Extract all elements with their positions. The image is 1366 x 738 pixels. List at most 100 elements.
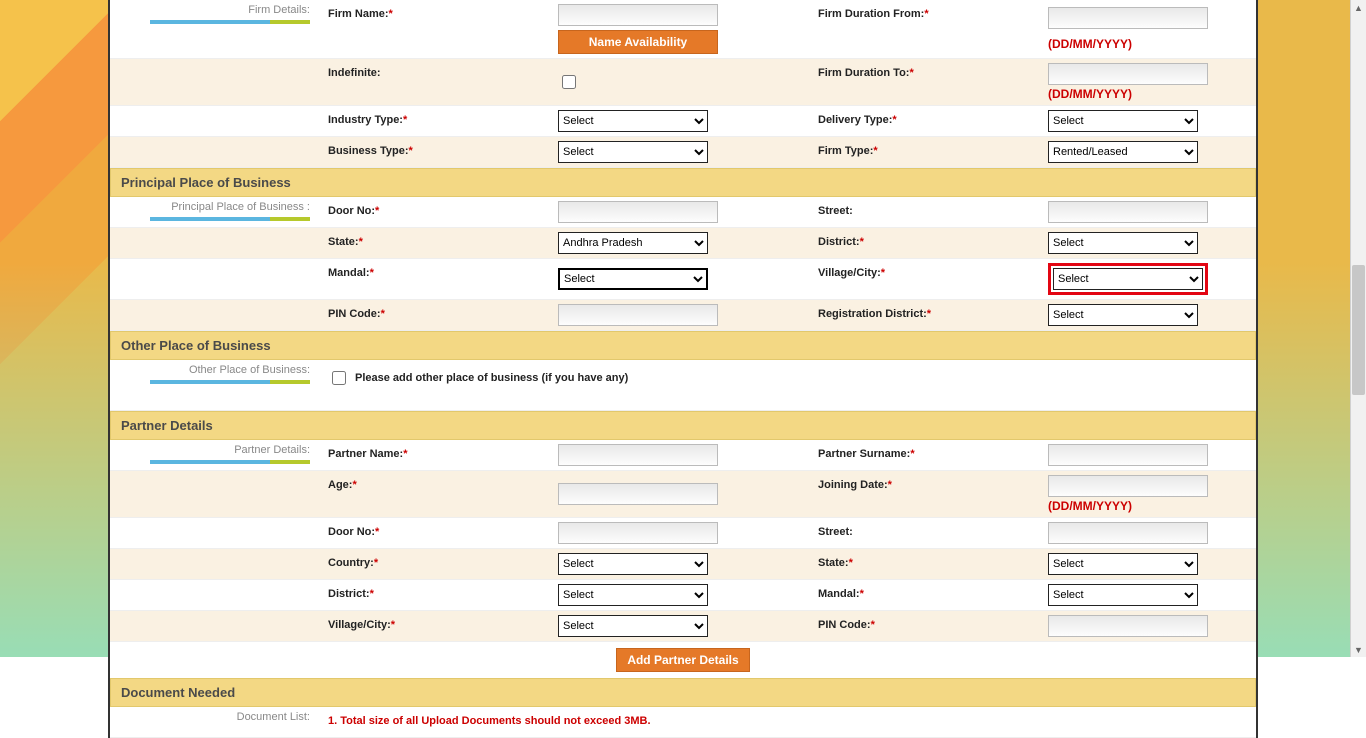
partner-mandal-select[interactable]: Select [1048, 584, 1198, 606]
row-principal-state: State:* Andhra Pradesh District:* Select [110, 228, 1256, 259]
label-partner-state: State:* [808, 549, 1038, 579]
label-mandal: Mandal:* [318, 259, 548, 299]
firm-duration-to-input[interactable] [1048, 63, 1208, 85]
add-partner-row: Add Partner Details [110, 642, 1256, 678]
label-partner-district: District:* [318, 580, 548, 610]
row-partner-name: Partner Details: Partner Name:* Partner … [110, 440, 1256, 471]
partner-name-input[interactable] [558, 444, 718, 466]
partner-state-select[interactable]: Select [1048, 553, 1198, 575]
label-reg-district: Registration District:* [808, 300, 1038, 330]
label-door-no: Door No:* [318, 197, 548, 227]
partner-village-select[interactable]: Select [558, 615, 708, 637]
label-age: Age:* [318, 471, 548, 517]
side-label-document-text: Document List: [237, 711, 310, 723]
label-district: District:* [808, 228, 1038, 258]
partner-age-input[interactable] [558, 483, 718, 505]
section-principal-header: Principal Place of Business [110, 168, 1256, 197]
delivery-type-select[interactable]: Select [1048, 110, 1198, 132]
label-partner-mandal: Mandal:* [808, 580, 1038, 610]
side-label-partner-text: Partner Details: [234, 444, 310, 456]
label-village: Village/City:* [808, 259, 1038, 299]
side-label-firm: Firm Details: [110, 0, 318, 58]
label-street: Street: [808, 197, 1038, 227]
partner-joining-input[interactable] [1048, 475, 1208, 497]
principal-mandal-select[interactable]: Select [558, 268, 708, 290]
label-partner-name: Partner Name:* [318, 440, 548, 470]
side-label-other: Other Place of Business: [110, 360, 318, 410]
scroll-up-icon[interactable]: ▲ [1351, 0, 1366, 15]
principal-street-input[interactable] [1048, 201, 1208, 223]
row-principal-mandal: Mandal:* Select Village/City:* Select [110, 259, 1256, 300]
label-firm-duration-to: Firm Duration To:* [808, 59, 1038, 105]
label-partner-pin: PIN Code:* [808, 611, 1038, 641]
section-partner-header: Partner Details [110, 411, 1256, 440]
row-principal-pin: PIN Code:* Registration District:* Selec… [110, 300, 1256, 331]
label-joining-date: Joining Date:* [808, 471, 1038, 517]
row-partner-country: Country:* Select State:* Select [110, 549, 1256, 580]
other-place-checkbox-label[interactable]: Please add other place of business (if y… [328, 368, 628, 388]
row-partner-village: Village/City:* Select PIN Code:* [110, 611, 1256, 642]
row-industry-type: Industry Type:* Select Delivery Type:* S… [110, 106, 1256, 137]
other-checkbox-text: Please add other place of business (if y… [355, 372, 628, 384]
label-partner-door: Door No:* [318, 518, 548, 548]
industry-type-select[interactable]: Select [558, 110, 708, 132]
principal-state-select[interactable]: Andhra Pradesh [558, 232, 708, 254]
row-partner-door: Door No:* Street: [110, 518, 1256, 549]
row-business-type: Business Type:* Select Firm Type:* Rente… [110, 137, 1256, 168]
name-availability-button[interactable]: Name Availability [558, 30, 718, 54]
side-label-other-text: Other Place of Business: [189, 364, 310, 376]
label-partner-surname: Partner Surname:* [808, 440, 1038, 470]
firm-name-input[interactable] [558, 4, 718, 26]
document-warning: 1. Total size of all Upload Documents sh… [318, 707, 661, 737]
label-delivery-type: Delivery Type:* [808, 106, 1038, 136]
side-underline [150, 20, 310, 24]
row-partner-district: District:* Select Mandal:* Select [110, 580, 1256, 611]
business-type-select[interactable]: Select [558, 141, 708, 163]
scrollbar[interactable]: ▲ ▼ [1350, 0, 1366, 657]
other-place-checkbox[interactable] [332, 371, 346, 385]
side-underline [150, 380, 310, 384]
principal-pin-input[interactable] [558, 304, 718, 326]
partner-district-select[interactable]: Select [558, 584, 708, 606]
principal-regdist-select[interactable]: Select [1048, 304, 1198, 326]
partner-street-input[interactable] [1048, 522, 1208, 544]
principal-district-select[interactable]: Select [1048, 232, 1198, 254]
label-partner-village: Village/City:* [318, 611, 548, 641]
label-firm-duration-from: Firm Duration From:* [808, 0, 1038, 58]
add-partner-button[interactable]: Add Partner Details [616, 648, 749, 672]
row-principal-door: Principal Place of Business : Door No:* … [110, 197, 1256, 228]
label-indefinite: Indefinite: [318, 59, 548, 105]
label-firm-type: Firm Type:* [808, 137, 1038, 167]
section-document-header: Document Needed [110, 678, 1256, 707]
date-hint-from: (DD/MM/YYYY) [1048, 37, 1132, 51]
form-page: Firm Details: Firm Name:* Name Availabil… [108, 0, 1258, 738]
scroll-down-icon[interactable]: ▼ [1351, 642, 1366, 657]
principal-door-input[interactable] [558, 201, 718, 223]
indefinite-checkbox[interactable] [562, 75, 576, 89]
partner-pin-input[interactable] [1048, 615, 1208, 637]
label-industry-type: Industry Type:* [318, 106, 548, 136]
firm-duration-from-input[interactable] [1048, 7, 1208, 29]
partner-surname-input[interactable] [1048, 444, 1208, 466]
side-label-document: Document List: [110, 707, 318, 737]
partner-door-input[interactable] [558, 522, 718, 544]
label-pin: PIN Code:* [318, 300, 548, 330]
side-underline [150, 217, 310, 221]
village-highlight: Select [1048, 263, 1208, 295]
label-partner-street: Street: [808, 518, 1038, 548]
date-hint-to: (DD/MM/YYYY) [1048, 87, 1132, 101]
row-partner-age: Age:* Joining Date:* (DD/MM/YYYY) [110, 471, 1256, 518]
row-firm-name: Firm Details: Firm Name:* Name Availabil… [110, 0, 1256, 59]
principal-village-select[interactable]: Select [1053, 268, 1203, 290]
section-other-header: Other Place of Business [110, 331, 1256, 360]
partner-country-select[interactable]: Select [558, 553, 708, 575]
side-label-partner: Partner Details: [110, 440, 318, 470]
row-document-list: Document List: 1. Total size of all Uplo… [110, 707, 1256, 738]
side-underline [150, 460, 310, 464]
side-label-principal: Principal Place of Business : [110, 197, 318, 227]
label-firm-name: Firm Name:* [318, 0, 548, 58]
scroll-thumb[interactable] [1352, 265, 1365, 395]
label-partner-country: Country:* [318, 549, 548, 579]
firm-type-select[interactable]: Rented/Leased [1048, 141, 1198, 163]
side-label-principal-text: Principal Place of Business : [171, 201, 310, 213]
